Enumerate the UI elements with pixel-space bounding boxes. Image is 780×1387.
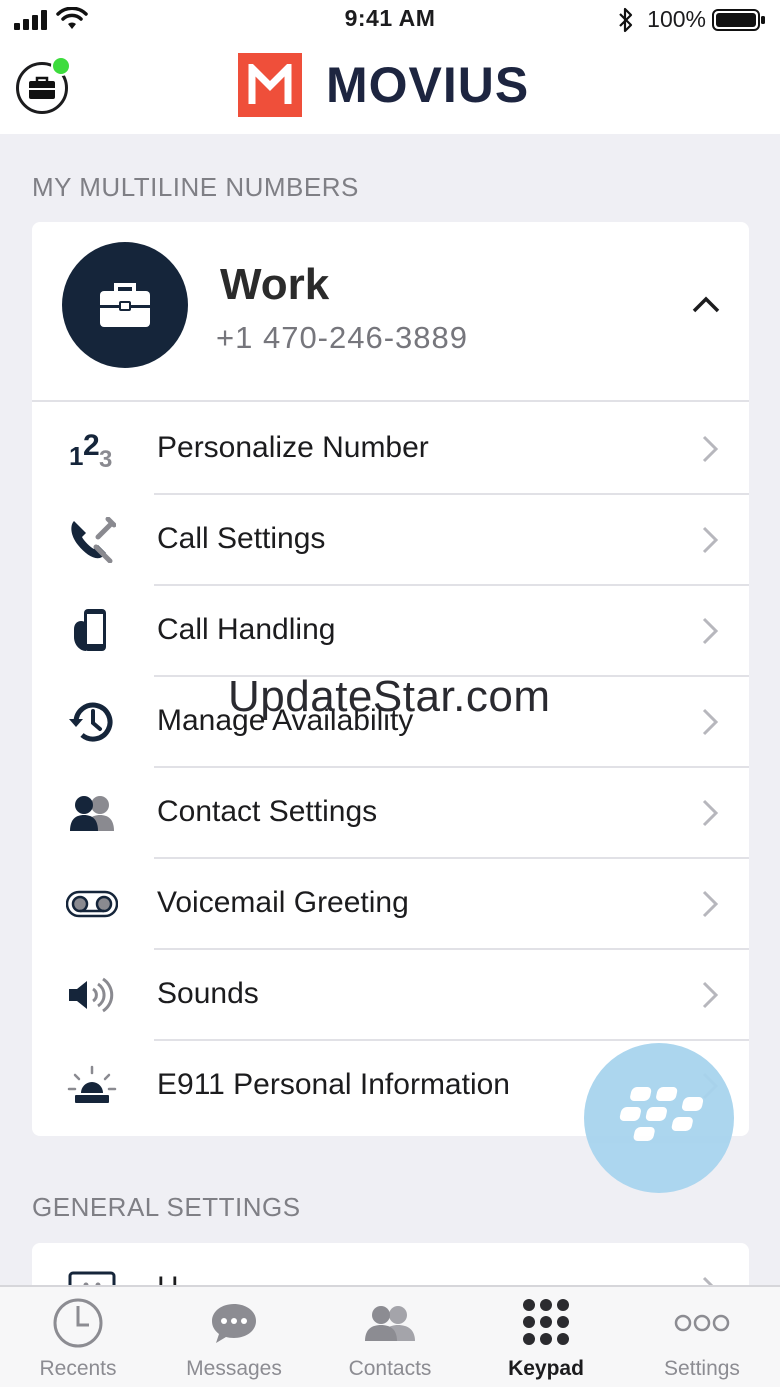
menu-item-call-handling[interactable]: Call Handling	[32, 586, 749, 677]
voicemail-icon	[66, 881, 118, 927]
briefcase-icon	[100, 283, 150, 327]
siren-icon	[66, 1063, 118, 1109]
tab-contacts[interactable]: Contacts	[312, 1287, 468, 1387]
menu-item-label: Voicemail Greeting	[157, 886, 409, 919]
blackberry-logo-icon	[619, 1087, 704, 1141]
account-name: Work	[220, 260, 330, 309]
menu-item-sounds[interactable]: Sounds	[32, 950, 749, 1041]
history-clock-icon	[66, 699, 118, 745]
menu-item-label: E911 Personal Information	[157, 1068, 510, 1101]
chevron-right-icon	[702, 799, 719, 827]
menu-item-voicemail-greeting[interactable]: Voicemail Greeting	[32, 859, 749, 950]
phone-wrench-icon	[66, 517, 118, 563]
menu-item-label: Contact Settings	[157, 795, 378, 828]
work-avatar	[62, 242, 188, 368]
chevron-right-icon	[702, 890, 719, 918]
status-bar: 9:41 AM 100%	[0, 0, 780, 40]
svg-text:3: 3	[99, 446, 112, 469]
menu-item-contact-settings[interactable]: Contact Settings	[32, 768, 749, 859]
movius-logo-mark	[238, 53, 302, 117]
more-dots-icon	[624, 1295, 780, 1351]
tab-label: Keypad	[508, 1357, 584, 1380]
briefcase-icon	[29, 76, 55, 99]
general-section-title: GENERAL SETTINGS	[32, 1192, 301, 1222]
number-123-icon: 1 2 3	[66, 426, 118, 472]
account-number: +1 470-246-3889	[216, 320, 469, 355]
contacts-icon	[312, 1295, 468, 1351]
work-account-header[interactable]: Work +1 470-246-3889	[32, 222, 749, 402]
tab-recents[interactable]: Recents	[0, 1287, 156, 1387]
multiline-section-title: MY MULTILINE NUMBERS	[32, 172, 359, 202]
chevron-right-icon	[702, 435, 719, 463]
watermark-text: UpdateStar.com	[228, 672, 551, 721]
tab-label: Messages	[186, 1357, 282, 1380]
chevron-right-icon	[702, 526, 719, 554]
movius-logo-text: MOVIUS	[326, 57, 530, 113]
chevron-right-icon	[702, 981, 719, 1009]
svg-text:2: 2	[83, 429, 100, 462]
menu-item-label: Call Handling	[157, 613, 336, 646]
chevron-right-icon	[702, 708, 719, 736]
hand-phone-icon	[66, 608, 118, 654]
bluetooth-icon	[619, 7, 633, 33]
tab-settings[interactable]: Settings	[624, 1287, 780, 1387]
blackberry-floating-button[interactable]	[584, 1043, 734, 1193]
battery-percent: 100%	[647, 6, 706, 32]
menu-item-label: Sounds	[157, 977, 259, 1010]
keypad-icon	[468, 1295, 624, 1351]
tab-keypad[interactable]: Keypad	[468, 1287, 624, 1387]
tab-messages[interactable]: Messages	[156, 1287, 312, 1387]
clock-icon	[0, 1295, 156, 1351]
battery-icon	[712, 9, 765, 31]
tab-label: Settings	[664, 1357, 740, 1380]
chevron-right-icon	[702, 617, 719, 645]
menu-item-call-settings[interactable]: Call Settings	[32, 495, 749, 586]
menu-item-label: Personalize Number	[157, 431, 429, 464]
menu-item-personalize-number[interactable]: 1 2 3 Personalize Number	[32, 404, 749, 495]
app-header: MOVIUS	[0, 40, 780, 134]
tab-label: Contacts	[348, 1357, 432, 1380]
speaker-icon	[66, 972, 118, 1018]
contacts-icon	[66, 790, 118, 836]
online-status-indicator	[51, 56, 71, 76]
tab-label: Recents	[39, 1357, 117, 1380]
tab-bar: Recents Messages Contacts Keypad Setting…	[0, 1285, 780, 1387]
chevron-up-icon[interactable]	[691, 294, 721, 314]
menu-item-label: Call Settings	[157, 522, 326, 555]
svg-text:1: 1	[69, 441, 83, 469]
chat-bubble-icon	[156, 1295, 312, 1351]
